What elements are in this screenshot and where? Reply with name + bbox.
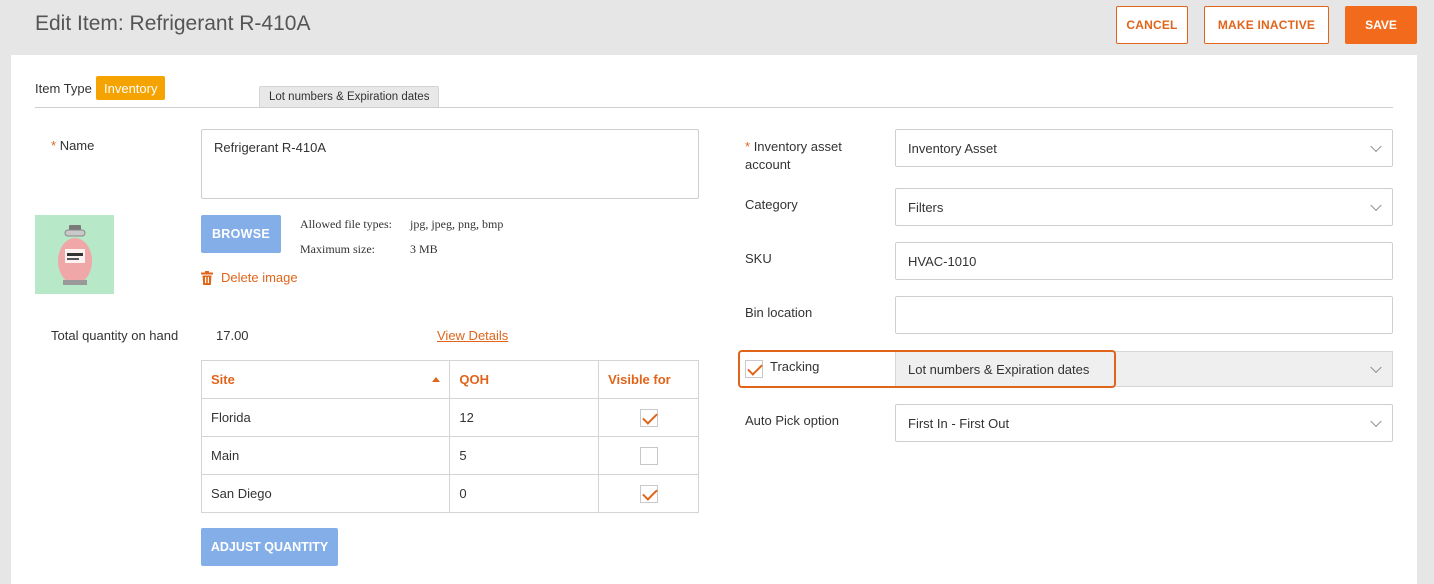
- inventory-asset-label: * Inventory asset account: [745, 139, 842, 172]
- delete-image-link[interactable]: Delete image: [201, 270, 298, 285]
- sort-asc-icon: [432, 377, 441, 382]
- total-quantity-label: Total quantity on hand: [51, 328, 179, 343]
- sku-label: SKU: [745, 251, 772, 266]
- column-header-qoh[interactable]: QOH: [449, 360, 600, 399]
- view-details-link[interactable]: View Details: [437, 328, 508, 343]
- visible-checkbox[interactable]: [639, 408, 658, 427]
- bin-location-field[interactable]: [895, 296, 1393, 334]
- visible-cell: [598, 474, 699, 513]
- trash-icon: [201, 270, 213, 285]
- visible-cell: [598, 436, 699, 475]
- page-title: Edit Item: Refrigerant R-410A: [35, 12, 311, 35]
- tooltip: Lot numbers & Expiration dates: [259, 86, 440, 108]
- adjust-quantity-button[interactable]: ADJUST QUANTITY: [201, 528, 338, 566]
- tracking-checkbox[interactable]: [745, 360, 763, 378]
- make-inactive-button[interactable]: MAKE INACTIVE: [1204, 6, 1329, 44]
- chevron-down-icon: [1370, 415, 1382, 428]
- site-cell: Main: [200, 436, 451, 475]
- product-image: [35, 215, 114, 294]
- table-row: San Diego 0: [200, 474, 699, 513]
- browse-button[interactable]: BROWSE: [201, 215, 281, 253]
- total-quantity-value: 17.00: [216, 328, 249, 343]
- tracking-label: Tracking: [770, 359, 820, 374]
- chevron-down-icon: [1370, 140, 1382, 153]
- auto-pick-select[interactable]: First In - First Out: [895, 404, 1393, 442]
- sku-field[interactable]: HVAC-1010: [895, 242, 1393, 280]
- column-header-site[interactable]: Site: [200, 360, 451, 399]
- auto-pick-label: Auto Pick option: [745, 413, 839, 428]
- category-select[interactable]: Filters: [895, 188, 1393, 226]
- save-button[interactable]: SAVE: [1345, 6, 1417, 44]
- item-type-badge[interactable]: Inventory: [96, 76, 166, 100]
- max-size-label: Maximum size:: [300, 242, 375, 256]
- name-label: Name: [59, 138, 95, 153]
- table-row: Main 5: [200, 436, 699, 475]
- chevron-down-icon: [1370, 361, 1382, 374]
- table-row: Florida 12: [200, 398, 699, 437]
- qoh-cell: 0: [449, 474, 600, 513]
- refrigerant-cylinder-icon: [57, 224, 92, 285]
- visible-checkbox[interactable]: [639, 446, 658, 465]
- required-asterisk: *: [51, 138, 57, 153]
- visible-checkbox[interactable]: [639, 484, 658, 503]
- site-cell: Florida: [200, 398, 451, 437]
- allowed-types-value: jpg, jpeg, png, bmp: [410, 217, 504, 231]
- column-header-visible[interactable]: Visible for: [598, 360, 699, 399]
- site-cell: San Diego: [200, 474, 451, 513]
- name-label-wrap: * Name: [51, 138, 94, 153]
- name-field[interactable]: Refrigerant R-410A: [201, 129, 699, 199]
- allowed-types-label: Allowed file types:: [300, 217, 392, 231]
- max-size-value: 3 MB: [410, 242, 438, 256]
- tracking-value: Lot numbers & Expiration dates: [908, 362, 1090, 377]
- bin-location-label: Bin location: [745, 305, 813, 320]
- category-label: Category: [745, 197, 798, 212]
- qoh-cell: 5: [449, 436, 600, 475]
- visible-cell: [598, 398, 699, 437]
- delete-image-label: Delete image: [221, 270, 298, 285]
- chevron-down-icon: [1370, 199, 1382, 212]
- qoh-cell: 12: [449, 398, 600, 437]
- item-type-label: Item Type: [35, 81, 92, 96]
- divider: [35, 107, 1393, 108]
- table-header-row: Site QOH Visible for: [200, 360, 699, 399]
- inventory-asset-select[interactable]: Inventory Asset: [895, 129, 1393, 167]
- tracking-checkbox-wrap: [745, 360, 763, 378]
- cancel-button[interactable]: CANCEL: [1116, 6, 1188, 44]
- required-asterisk: *: [745, 139, 751, 154]
- sites-table: Site QOH Visible for Florida 12 Main 5 S…: [200, 360, 699, 513]
